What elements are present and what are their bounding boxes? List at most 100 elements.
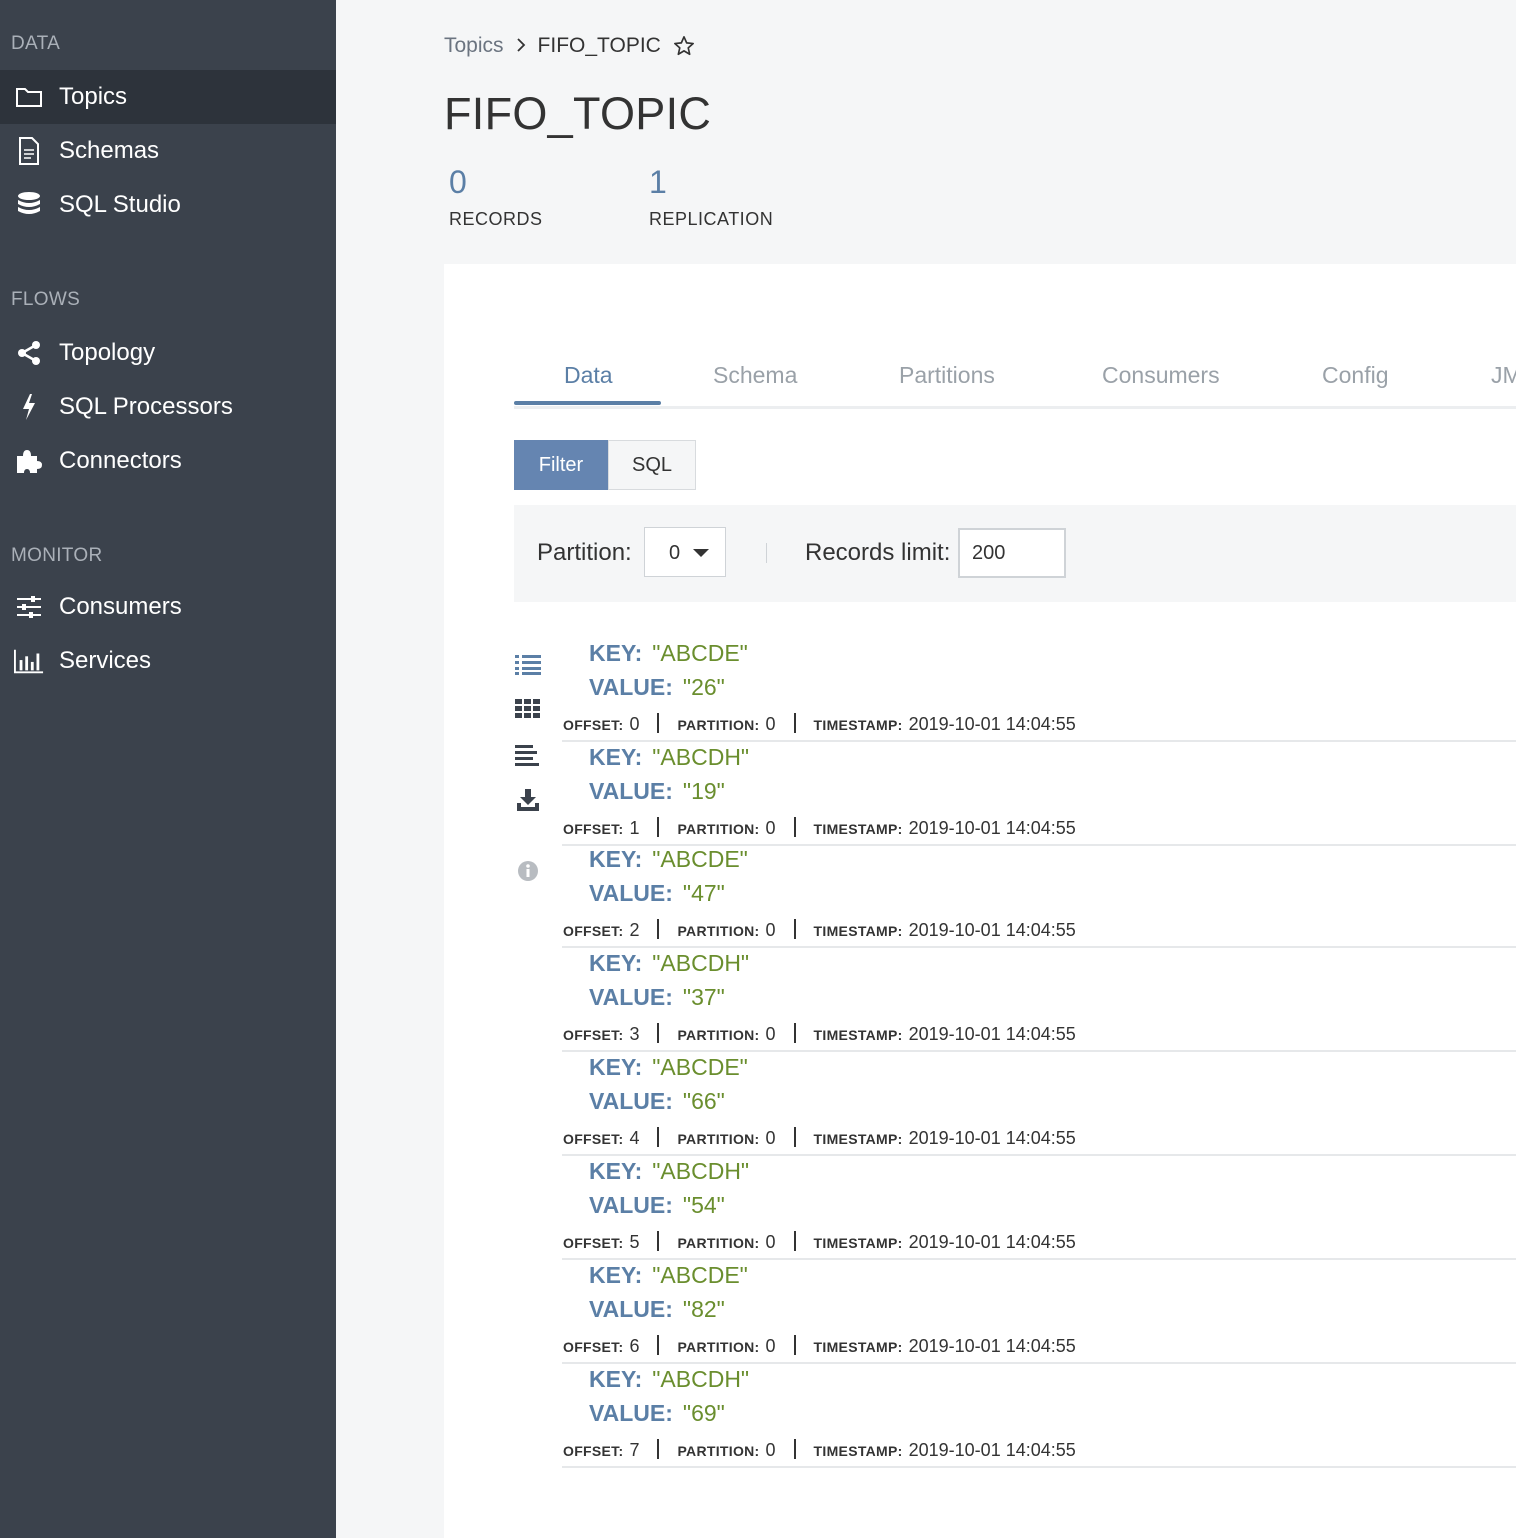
value-label: VALUE: bbox=[589, 674, 673, 700]
list-icon[interactable] bbox=[514, 650, 542, 678]
record-partition: 0 bbox=[765, 1024, 776, 1044]
record-timestamp: 2019-10-01 14:04:55 bbox=[908, 1440, 1076, 1460]
record-offset: 1 bbox=[629, 818, 640, 838]
record-row[interactable]: KEY: "ABCDE" VALUE: "26" OFFSET: 0 PARTITION… bbox=[562, 638, 1516, 742]
record-offset: 2 bbox=[629, 920, 640, 940]
timestamp-label: TIMESTAMP: bbox=[813, 1131, 903, 1147]
record-timestamp: 2019-10-01 14:04:55 bbox=[908, 920, 1076, 940]
record-timestamp: 2019-10-01 14:04:55 bbox=[908, 818, 1076, 838]
record-row[interactable]: KEY: "ABCDE" VALUE: "47" OFFSET: 2 PARTITION… bbox=[562, 844, 1516, 948]
record-row[interactable]: KEY: "ABCDE" VALUE: "82" OFFSET: 6 PARTITION… bbox=[562, 1260, 1516, 1364]
sidebar-section-flows: FLOWS bbox=[11, 289, 81, 310]
record-key: "ABCDH" bbox=[652, 1366, 750, 1392]
sql-button[interactable]: SQL bbox=[608, 440, 696, 490]
tab-consumers[interactable]: Consumers bbox=[1102, 362, 1220, 389]
partition-label: PARTITION: bbox=[677, 1027, 760, 1043]
offset-label: OFFSET: bbox=[563, 1443, 624, 1459]
record-key: "ABCDH" bbox=[652, 744, 750, 770]
record-partition: 0 bbox=[765, 1232, 776, 1252]
share-icon bbox=[14, 338, 44, 368]
sidebar-item-label: Connectors bbox=[59, 447, 182, 474]
records-limit-input[interactable] bbox=[958, 528, 1066, 578]
active-tab-indicator bbox=[514, 401, 661, 405]
key-label: KEY: bbox=[589, 744, 643, 770]
record-timestamp: 2019-10-01 14:04:55 bbox=[908, 1232, 1076, 1252]
divider bbox=[657, 817, 660, 837]
sidebar-section-data: DATA bbox=[11, 33, 61, 54]
tab-partitions[interactable]: Partitions bbox=[899, 362, 995, 389]
record-partition: 0 bbox=[765, 1128, 776, 1148]
tab-config[interactable]: Config bbox=[1322, 362, 1388, 389]
divider bbox=[657, 1023, 660, 1043]
record-offset: 0 bbox=[629, 714, 640, 734]
key-label: KEY: bbox=[589, 846, 643, 872]
info-icon[interactable] bbox=[514, 857, 542, 885]
divider bbox=[657, 713, 660, 733]
sidebar-item-schemas[interactable]: Schemas bbox=[0, 124, 336, 178]
record-row[interactable]: KEY: "ABCDH" VALUE: "69" OFFSET: 7 PARTITION… bbox=[562, 1364, 1516, 1468]
record-partition: 0 bbox=[765, 920, 776, 940]
breadcrumb: Topics FIFO_TOPIC bbox=[444, 34, 695, 58]
partition-select[interactable]: 0 bbox=[644, 527, 726, 577]
key-label: KEY: bbox=[589, 640, 643, 666]
sidebar-item-sql-studio[interactable]: SQL Studio bbox=[0, 178, 336, 232]
partition-label: PARTITION: bbox=[677, 923, 760, 939]
divider bbox=[793, 1335, 796, 1355]
value-label: VALUE: bbox=[589, 1088, 673, 1114]
star-icon[interactable] bbox=[673, 35, 695, 57]
record-row[interactable]: KEY: "ABCDE" VALUE: "66" OFFSET: 4 PARTITION… bbox=[562, 1052, 1516, 1156]
record-key: "ABCDE" bbox=[652, 846, 748, 872]
divider bbox=[793, 1127, 796, 1147]
sidebar-item-label: Schemas bbox=[59, 137, 160, 164]
sidebar: DATA Topics Schemas SQL Studio FLOWS Top… bbox=[0, 0, 336, 1538]
tab-jmx[interactable]: JM bbox=[1491, 362, 1516, 389]
sidebar-item-services[interactable]: Services bbox=[0, 634, 336, 688]
record-value: "69" bbox=[682, 1400, 725, 1426]
filter-button[interactable]: Filter bbox=[514, 440, 608, 490]
sidebar-item-consumers[interactable]: Consumers bbox=[0, 580, 336, 634]
download-icon[interactable] bbox=[514, 786, 542, 814]
sidebar-item-connectors[interactable]: Connectors bbox=[0, 434, 336, 488]
partition-select-value: 0 bbox=[669, 542, 681, 564]
divider bbox=[793, 1231, 796, 1251]
record-row[interactable]: KEY: "ABCDH" VALUE: "54" OFFSET: 5 PARTITION… bbox=[562, 1156, 1516, 1260]
record-value: "19" bbox=[682, 778, 725, 804]
offset-label: OFFSET: bbox=[563, 1131, 624, 1147]
record-key: "ABCDE" bbox=[652, 640, 748, 666]
record-offset: 7 bbox=[629, 1440, 640, 1460]
sidebar-item-sql-processors[interactable]: SQL Processors bbox=[0, 380, 336, 434]
record-partition: 0 bbox=[765, 1336, 776, 1356]
divider bbox=[766, 543, 767, 563]
partition-label: PARTITION: bbox=[677, 821, 760, 837]
timestamp-label: TIMESTAMP: bbox=[813, 717, 903, 733]
text-lines-icon[interactable] bbox=[514, 741, 542, 769]
partition-label: PARTITION: bbox=[677, 1443, 760, 1459]
timestamp-label: TIMESTAMP: bbox=[813, 1027, 903, 1043]
caret-down-icon bbox=[693, 549, 709, 557]
sidebar-item-topics[interactable]: Topics bbox=[0, 70, 336, 124]
offset-label: OFFSET: bbox=[563, 1235, 624, 1251]
folder-icon bbox=[14, 82, 44, 112]
divider bbox=[793, 1439, 796, 1459]
record-partition: 0 bbox=[765, 1440, 776, 1460]
database-icon bbox=[14, 190, 44, 220]
value-label: VALUE: bbox=[589, 984, 673, 1010]
tab-schema[interactable]: Schema bbox=[713, 362, 797, 389]
breadcrumb-topics-link[interactable]: Topics bbox=[444, 34, 504, 58]
tab-bar: Data Schema Partitions Consumers Config … bbox=[514, 354, 1516, 409]
value-label: VALUE: bbox=[589, 1192, 673, 1218]
bolt-icon bbox=[14, 392, 44, 422]
sidebar-item-label: Consumers bbox=[59, 593, 182, 620]
record-row[interactable]: KEY: "ABCDH" VALUE: "19" OFFSET: 1 PARTITION… bbox=[562, 742, 1516, 846]
record-row[interactable]: KEY: "ABCDH" VALUE: "37" OFFSET: 3 PARTITION… bbox=[562, 948, 1516, 1052]
offset-label: OFFSET: bbox=[563, 1027, 624, 1043]
bar-chart-icon bbox=[14, 646, 44, 676]
record-value: "82" bbox=[682, 1296, 725, 1322]
sidebar-item-topology[interactable]: Topology bbox=[0, 326, 336, 380]
grid-icon[interactable] bbox=[514, 695, 542, 723]
partition-label: PARTITION: bbox=[677, 717, 760, 733]
record-key: "ABCDH" bbox=[652, 950, 750, 976]
record-timestamp: 2019-10-01 14:04:55 bbox=[908, 1128, 1076, 1148]
record-key: "ABCDE" bbox=[652, 1262, 748, 1288]
tab-data[interactable]: Data bbox=[564, 362, 613, 389]
